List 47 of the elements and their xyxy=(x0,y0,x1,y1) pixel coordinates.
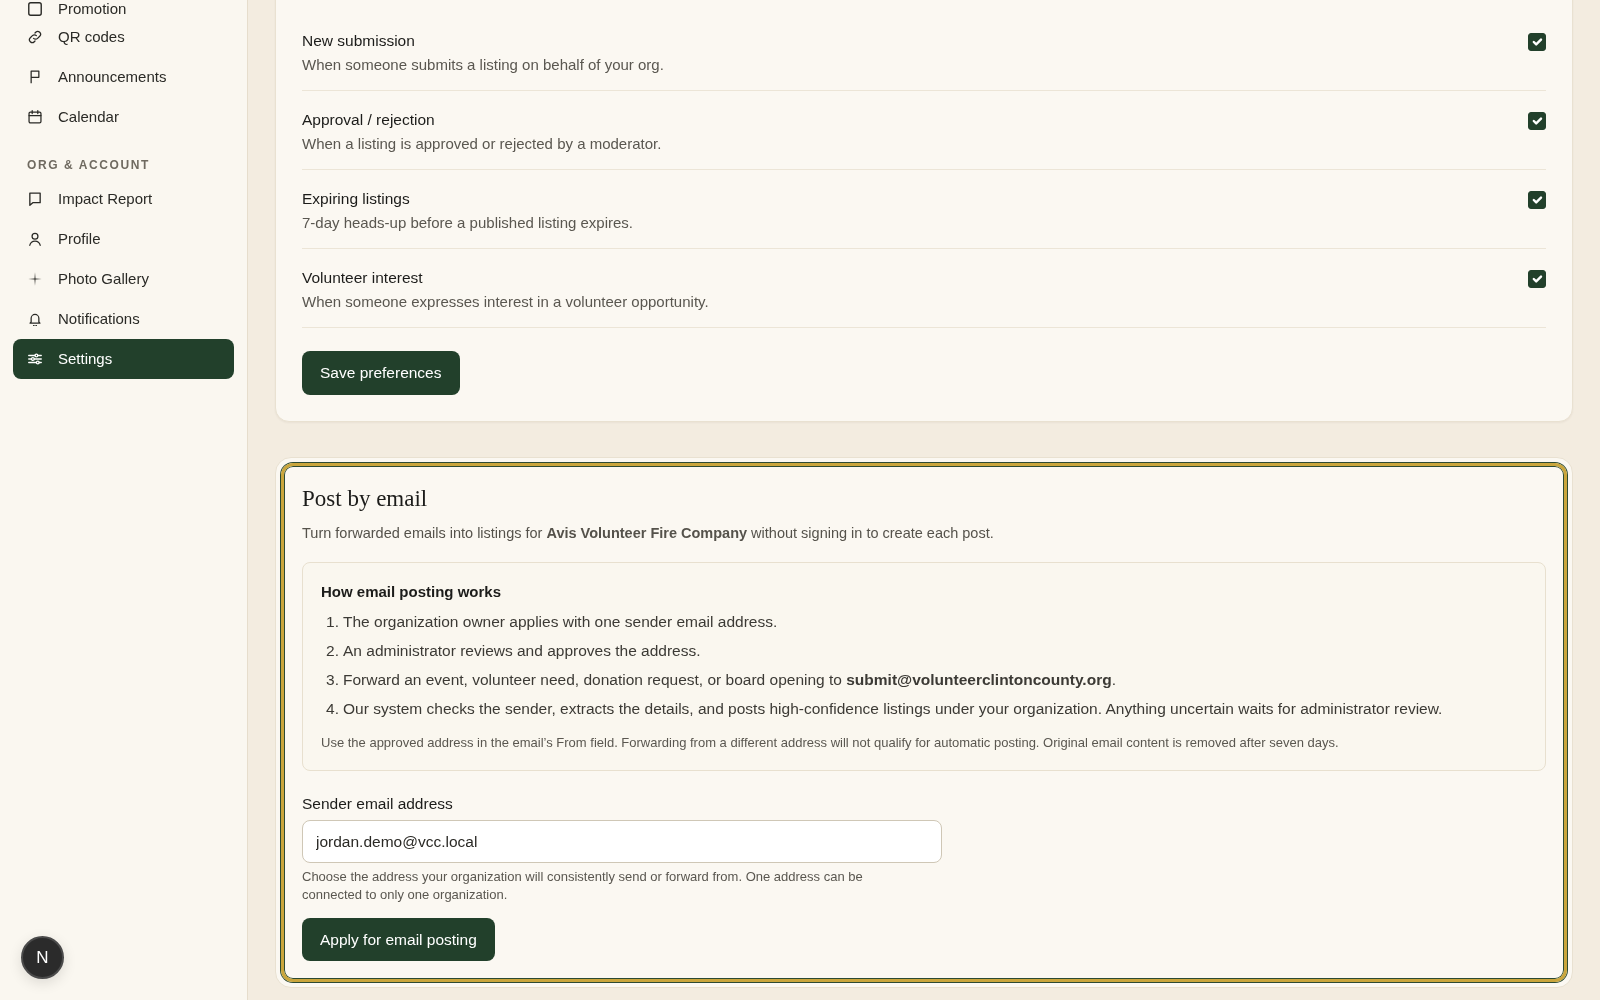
sidebar-item[interactable]: Settings xyxy=(13,339,234,379)
option-description: 7-day heads-up before a published listing expires. xyxy=(302,213,634,233)
field-label: Sender email address xyxy=(302,794,454,814)
sidebar-item[interactable]: Calendar xyxy=(13,97,234,137)
calendar-icon xyxy=(28,110,42,124)
step-number: 1. xyxy=(325,612,339,632)
sliders-icon xyxy=(28,352,42,366)
link-icon xyxy=(28,30,42,44)
person-icon xyxy=(28,232,42,246)
checkbox[interactable] xyxy=(1528,270,1546,288)
save-preferences-button[interactable]: Save preferences xyxy=(302,351,460,395)
email-input-field[interactable]: jordan.demo@vcc.local xyxy=(302,820,942,863)
option-description: When a listing is approved or rejected by a moderator. xyxy=(302,134,662,154)
sidebar-item[interactable]: Profile xyxy=(13,219,234,259)
checkbox[interactable] xyxy=(1528,112,1546,130)
sidebar-item[interactable]: QR codes xyxy=(13,17,234,57)
apply-button[interactable]: Apply for email posting xyxy=(302,918,495,961)
info-panel-title: How email posting works xyxy=(321,582,503,602)
section-intro: Turn forwarded emails into listings for Avis Volunteer Fire Company without signing in to create each post. xyxy=(302,524,995,543)
checkbox[interactable] xyxy=(1528,33,1546,51)
sidebar-item[interactable]: Photo Gallery xyxy=(13,259,234,299)
option-title: Approval / rejection xyxy=(302,110,436,130)
step-number: 3. xyxy=(325,670,339,690)
sidebar-item[interactable]: Announcements xyxy=(13,57,234,97)
option-title: Expiring listings xyxy=(302,189,411,209)
step-text: An administrator reviews and approves the address. xyxy=(343,641,701,661)
option-description: When someone submits a listing on behalf of your org. xyxy=(302,55,664,75)
step-number: 4. xyxy=(325,699,339,719)
sidebar-item[interactable]: Impact Report xyxy=(13,179,234,219)
option-title: New submission xyxy=(302,31,416,51)
sidebar-section-heading: ORG & ACCOUNT xyxy=(26,157,152,173)
checkbox[interactable] xyxy=(1528,191,1546,209)
option-title: Volunteer interest xyxy=(302,268,424,288)
info-note: Use the approved address in the email’s From field. Forwarding from a different address will not qualify for automatic posting. Original email content is removed after seven days. xyxy=(321,734,1340,752)
bell-icon xyxy=(28,312,42,326)
square-icon xyxy=(28,1,42,16)
sidebar-item[interactable]: Notifications xyxy=(13,299,234,339)
step-text: Our system checks the sender, extracts the details, and posts high-confidence listings under your organization. Anything uncertain waits for administrator review. xyxy=(343,699,1443,719)
step-number: 2. xyxy=(325,641,339,661)
sidebar-item[interactable]: Promotion xyxy=(13,0,234,17)
field-help-text: Choose the address your organization will consistently send or forward from. One address can be connected to only one organization. xyxy=(302,868,864,904)
option-description: When someone expresses interest in a volunteer opportunity. xyxy=(302,292,709,312)
section-title: Post by email xyxy=(302,485,429,513)
step-text: The organization owner applies with one sender email address. xyxy=(343,612,778,632)
flag-icon xyxy=(28,70,42,84)
step-text: Forward an event, volunteer need, donation request, or board opening to submit@volunteerclintoncounty.org. xyxy=(343,670,1116,690)
chat-bubble-icon xyxy=(28,192,42,206)
